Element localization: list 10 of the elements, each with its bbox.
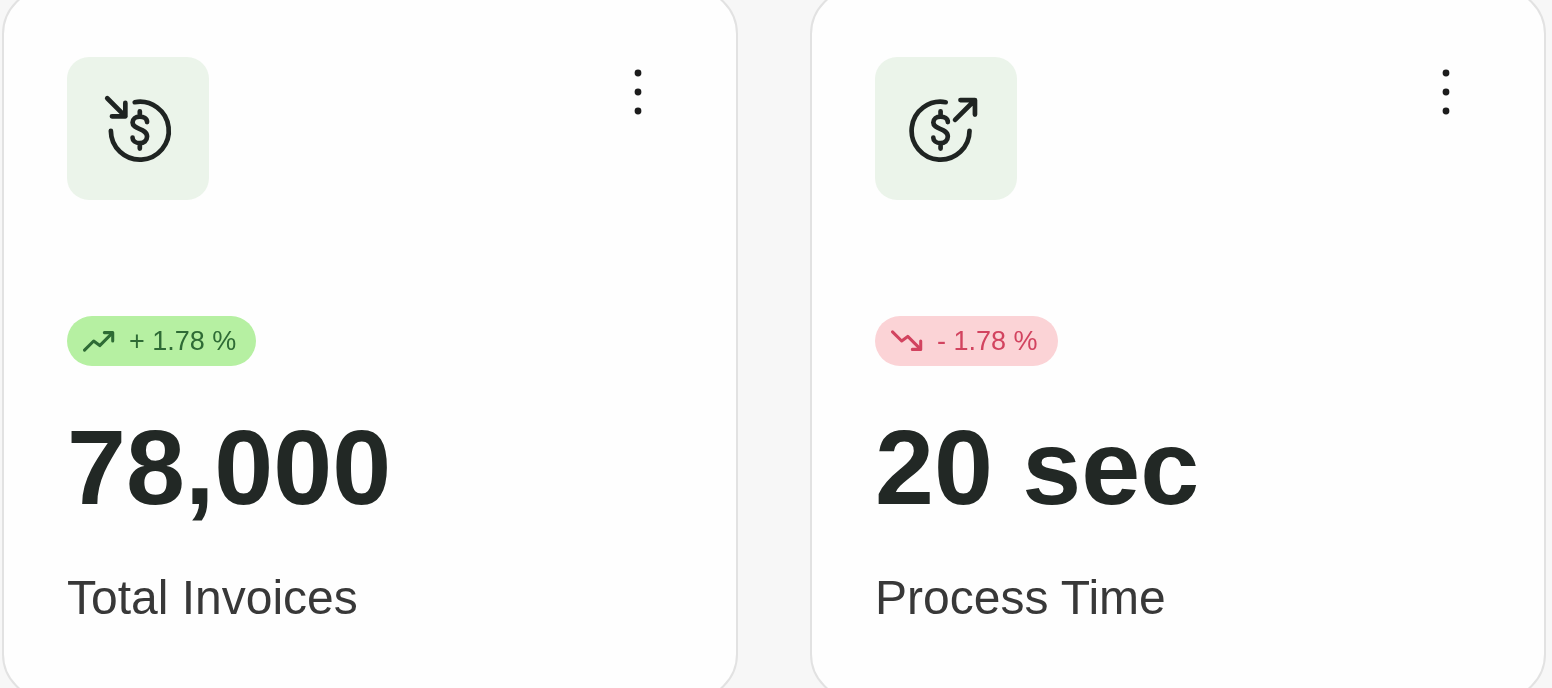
metric-value: 78,000	[67, 414, 392, 520]
more-options-icon[interactable]	[634, 69, 642, 115]
metric-label: Process Time	[875, 570, 1166, 626]
dollar-arrow-out-icon	[875, 57, 1017, 200]
dollar-arrow-in-icon	[67, 57, 209, 200]
percent-change: + 1.78 %	[129, 327, 237, 355]
percent-change: - 1.78 %	[937, 327, 1038, 355]
metric-label: Total Invoices	[67, 570, 358, 626]
more-options-icon[interactable]	[1442, 69, 1450, 115]
metric-value: 20 sec	[875, 414, 1200, 520]
